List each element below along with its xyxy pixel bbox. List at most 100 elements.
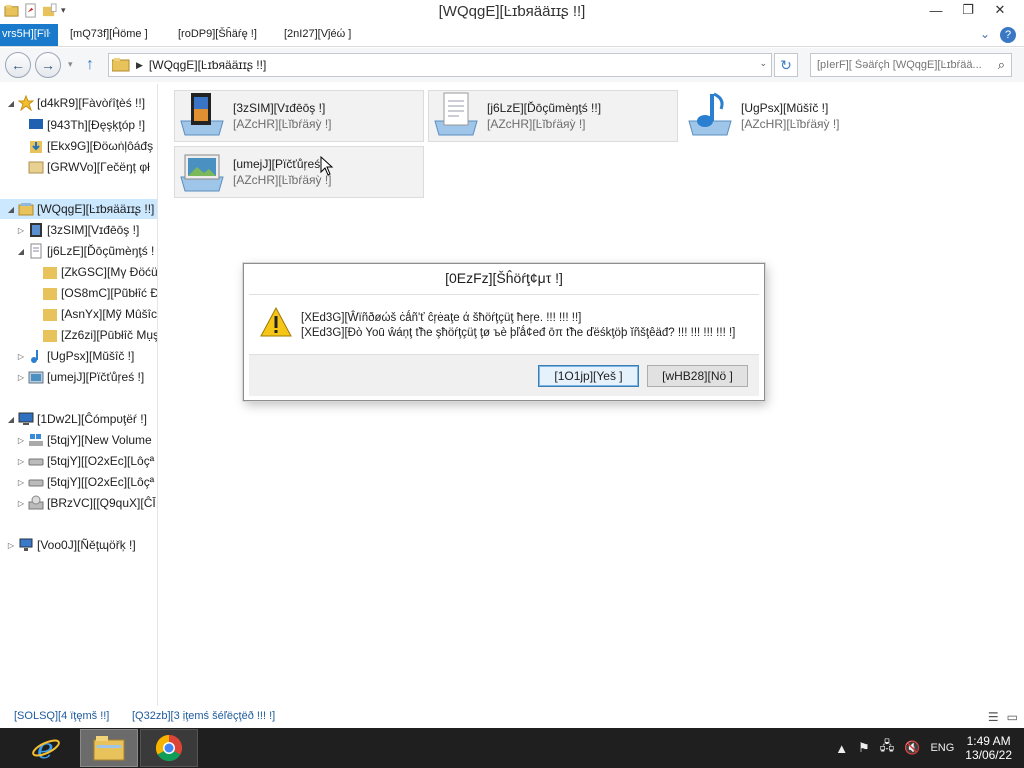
libraries-folder-icon — [112, 58, 130, 72]
tile-type: [AZcHR][Ŀĭƅŕäяỳ !] — [233, 117, 332, 131]
refresh-icon: ↻ — [780, 56, 792, 73]
collapse-arrow-icon[interactable]: ◢ — [6, 415, 16, 424]
dialog-body: [XEd3G][Ŵïñðøώš ċǻñ'ť ĉŗėaţe ά šħöŕţçüţ … — [249, 294, 759, 354]
search-box[interactable]: ⌕ — [810, 53, 1012, 77]
tile-type: [AZcHR][Ŀĭƅŕäяỳ !] — [233, 173, 332, 187]
tree-item-libraries[interactable]: ◢ [WQqgE][Ŀɪƅяääɪɪʂ !!] — [0, 199, 157, 219]
tree-item-drive-cd[interactable]: ▷ [BRzVC][[Q9quX][ĈĪ — [16, 493, 156, 513]
expand-ribbon-icon[interactable]: ⌄ — [980, 27, 990, 43]
tile-type: [AZcHR][Ŀĭƅŕäяỳ !] — [487, 117, 586, 131]
tree-item-drive-local-1[interactable]: ▷ [5tqjY][[O2xEc][Lôçª — [16, 451, 154, 471]
large-icons-view-icon[interactable]: ▭ — [1007, 710, 1018, 724]
tree-item-desktop[interactable]: [943Th][Ðęşķţóp !] — [16, 115, 145, 135]
ribbon-tabs: vrs5H][Fïŀ [mQ73f][Ĥömе ] [roDP9][Šĥäŕę … — [0, 24, 1024, 47]
expand-arrow-icon[interactable]: ▷ — [16, 478, 26, 487]
tree-item-computer[interactable]: ◢ [1Dw2L][Ĉómрυţёŕ !] — [6, 409, 147, 429]
library-tile-music[interactable]: [UgPsx][Mŭšîč !] [AZcHR][Ŀĭƅŕäяỳ !] — [682, 90, 932, 142]
clock[interactable]: 1:49 AM 13/06/22 — [965, 734, 1012, 762]
recent-places-icon — [28, 161, 44, 174]
tree-item-downloads[interactable]: [Ekx9G][Ðöωṅļôáđş — [16, 136, 153, 156]
search-input[interactable] — [817, 59, 987, 71]
expand-arrow-icon[interactable]: ▷ — [16, 436, 26, 445]
tree-item-videos[interactable]: ▷ [3zSIM][Vɪđēōş !] — [16, 220, 139, 240]
expand-arrow-icon[interactable]: ▷ — [16, 373, 26, 382]
expand-arrow-icon[interactable]: ▷ — [16, 226, 26, 235]
tree-item-favorites[interactable]: ◢ [d4kR9][Fàvòŕîţèś !!] — [6, 93, 145, 113]
windows-drive-icon — [29, 434, 43, 446]
close-button[interactable]: ✕ — [984, 0, 1016, 20]
tab-file[interactable]: vrs5H][Fïŀ — [0, 24, 58, 46]
library-tile-documents[interactable]: [j6LzE][Ďōçũmèŋţś !!] [AZcHR][Ŀĭƅŕäяỳ !] — [428, 90, 678, 142]
tile-type: [AZcHR][Ŀĭƅŕäяỳ !] — [741, 117, 840, 131]
collapse-arrow-icon[interactable]: ◢ — [6, 205, 16, 214]
dialog-message-line-1: [XEd3G][Ŵïñðøώš ċǻñ'ť ĉŗėaţe ά šħöŕţçüţ … — [301, 312, 582, 324]
tile-name: [3zSIM][Vɪđēōş !] — [233, 101, 326, 115]
pictures-icon — [28, 371, 44, 384]
tree-item-drive-new-volume[interactable]: ▷ [5tqjY][New Volume — [16, 430, 152, 450]
breadcrumb[interactable]: [WQqgE][Ŀɪƅяääɪɪʂ !!] — [149, 58, 266, 72]
collapse-arrow-icon[interactable]: ◢ — [6, 99, 16, 108]
status-selected-count: [Q32zb][3 ịţemś šéľëçţëð !!! !] — [132, 710, 276, 722]
computer-icon — [18, 412, 34, 425]
file-explorer-button[interactable] — [80, 729, 138, 767]
tree-item-my-music[interactable]: [AsnYx][Mỹ Mûšîc — [30, 304, 157, 324]
status-item-count: [SOLSQ][4 ïţęmš !!] — [14, 710, 110, 722]
tree-item-drive-local-2[interactable]: ▷ [5tqjY][[O2xEc][Lôçª — [16, 472, 154, 492]
tree-item-recent-places[interactable]: [GRWVo][Гečëŋț φł — [16, 157, 150, 177]
collapse-arrow-icon[interactable]: ◢ — [16, 247, 26, 256]
action-center-flag-icon[interactable]: ⚑ — [858, 740, 870, 756]
search-icon[interactable]: ⌕ — [998, 57, 1005, 73]
recent-locations-icon[interactable]: ▾ — [68, 59, 73, 70]
dialog-footer: [1O1jp][Yeš ] [wHB28][Nö ] — [249, 354, 759, 396]
videos-library-icon — [180, 93, 224, 136]
library-tile-pictures[interactable]: [umejJ][Pïčťůŗeś [AZcHR][Ŀĭƅŕäяỳ !] — [174, 146, 424, 198]
volume-muted-icon[interactable]: 🔇 — [904, 740, 920, 756]
expand-arrow-icon[interactable]: ▷ — [16, 352, 26, 361]
tree-item-documents[interactable]: ◢ [j6LzE][Ďōçũmèŋţś ! — [16, 241, 154, 261]
details-view-icon[interactable]: ☰ — [988, 710, 999, 724]
expand-arrow-icon[interactable]: ▷ — [16, 457, 26, 466]
expand-arrow-icon[interactable]: ▷ — [16, 499, 26, 508]
minimize-button[interactable]: — — [920, 0, 952, 20]
dialog-message-line-2: [XEd3G][Ðò Yoū ŵáņţ ťħе şħöŕţçüţ ţø ъè þ… — [301, 327, 736, 339]
title-bar: ▾ [WQqgE][Ŀɪƅяääɪɪʂ !!] — ❐ ✕ — [0, 0, 1024, 24]
tree-item-my-documents[interactable]: [ZkGSC][Mγ Ðöćü — [30, 262, 157, 282]
tree-item-music[interactable]: ▷ [UgPsx][Mŭšîč !] — [16, 346, 134, 366]
address-bar[interactable]: ▶ [WQqgE][Ŀɪƅяääɪɪʂ !!] ⌄ — [108, 53, 772, 77]
expand-arrow-icon[interactable]: ▷ — [6, 541, 16, 550]
svg-text:e: e — [37, 733, 54, 763]
breadcrumb-chevron-icon[interactable]: ▶ — [136, 60, 143, 71]
pictures-library-icon — [180, 154, 224, 192]
star-icon — [18, 95, 34, 111]
refresh-button[interactable]: ↻ — [774, 53, 798, 77]
desktop-icon — [29, 119, 43, 129]
help-icon[interactable]: ? — [1000, 27, 1016, 43]
hard-drive-icon — [28, 458, 44, 466]
library-tile-videos[interactable]: [3zSIM][Vɪđēōş !] [AZcHR][Ŀĭƅŕäяỳ !] — [174, 90, 424, 142]
show-hidden-icons-icon[interactable]: ▲ — [835, 741, 848, 756]
internet-explorer-button[interactable]: e — [18, 729, 74, 767]
back-button[interactable]: ← — [5, 52, 31, 78]
up-button[interactable]: ↑ — [86, 56, 104, 74]
ribbon-right-controls: ⌄ ? — [980, 27, 1016, 43]
downloads-icon — [30, 141, 42, 153]
system-tray: ▲ ⚑ 🖧 🔇 ENG 1:49 AM 13/06/22 — [830, 728, 1024, 768]
forward-button[interactable]: → — [35, 52, 61, 78]
address-dropdown-icon[interactable]: ⌄ — [759, 58, 767, 69]
tab-view[interactable]: [2nI27][Vĵéώ ] — [284, 28, 351, 40]
chrome-button[interactable] — [140, 729, 198, 767]
tree-item-network[interactable]: ▷ [Voo0J][Ñěţɰöřķ !] — [6, 535, 136, 555]
network-status-icon[interactable]: 🖧 — [880, 737, 895, 759]
maximize-button[interactable]: ❐ — [952, 0, 984, 20]
tab-share[interactable]: [roDP9][Šĥäŕę !] — [178, 28, 257, 40]
tree-item-public-documents[interactable]: [OS8mC][Pũƅłîć Ð — [30, 283, 157, 303]
tile-name: [j6LzE][Ďōçũmèŋţś !!] — [487, 101, 602, 115]
tree-item-public-music[interactable]: [Zz6zi][Рūƅłîč Μụş — [30, 325, 157, 345]
tile-name: [UgPsx][Mŭšîč !] — [741, 101, 829, 115]
tab-home[interactable]: [mQ73f][Ĥömе ] — [70, 28, 148, 40]
no-button[interactable]: [wHB28][Nö ] — [647, 365, 748, 387]
tree-item-pictures[interactable]: ▷ [umejJ][Pïčťůŗeś !] — [16, 367, 144, 387]
yes-button[interactable]: [1O1jp][Yeš ] — [538, 365, 639, 387]
tile-name: [umejJ][Pïčťůŗeś — [233, 157, 321, 171]
input-language[interactable]: ENG — [930, 742, 954, 754]
